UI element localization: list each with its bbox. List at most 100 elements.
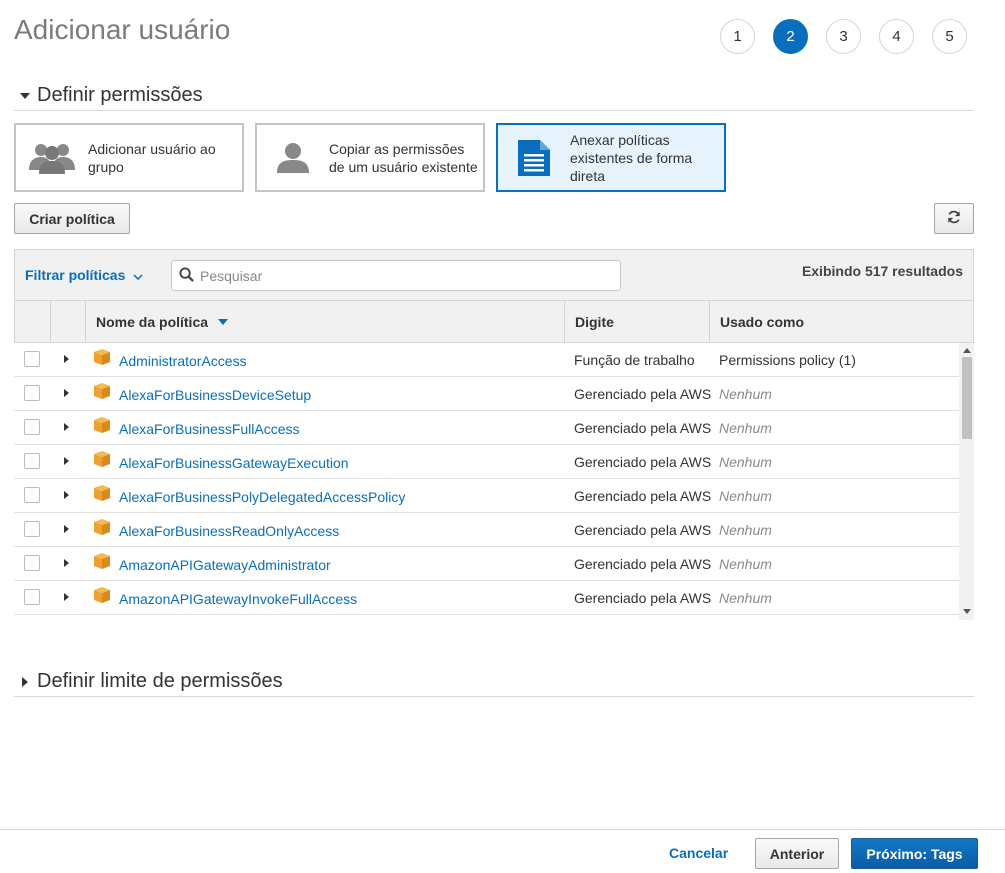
- table-scrollbar[interactable]: [959, 343, 974, 620]
- add-user-page: Adicionar usuário 1 2 3 4 5 Definir perm…: [0, 0, 1005, 873]
- row-checkbox[interactable]: [24, 589, 40, 605]
- refresh-icon: [947, 210, 961, 227]
- select-column-header: [15, 301, 51, 342]
- wizard-steps: 1 2 3 4 5: [720, 19, 967, 54]
- policy-box-icon: [94, 485, 110, 504]
- boundary-section-header[interactable]: Definir limite de permissões: [14, 667, 974, 697]
- policy-name-link[interactable]: AmazonAPIGatewayInvokeFullAccess: [119, 591, 357, 607]
- row-checkbox[interactable]: [24, 487, 40, 503]
- policy-type: Função de trabalho: [574, 352, 695, 368]
- policy-table-header: Nome da política Digite Usado como: [14, 300, 974, 343]
- expand-row-icon[interactable]: [64, 593, 69, 601]
- policy-name-link[interactable]: AlexaForBusinessPolyDelegatedAccessPolic…: [119, 489, 405, 505]
- option-attach-policies-label: Anexar políticas existentes de forma dir…: [570, 131, 693, 184]
- table-row[interactable]: AlexaForBusinessFullAccess Gerenciado pel…: [14, 411, 959, 445]
- policy-used-as: Nenhum: [719, 556, 772, 572]
- expand-row-icon[interactable]: [64, 355, 69, 363]
- row-checkbox[interactable]: [24, 419, 40, 435]
- page-title: Adicionar usuário: [14, 14, 231, 45]
- policy-name-link[interactable]: AlexaForBusinessFullAccess: [119, 421, 300, 437]
- step-1[interactable]: 1: [720, 19, 755, 54]
- policy-used-as: Nenhum: [719, 522, 772, 538]
- policy-box-icon: [94, 587, 110, 606]
- policy-type: Gerenciado pela AWS: [574, 454, 712, 470]
- expand-row-icon[interactable]: [64, 423, 69, 431]
- column-header-used-as[interactable]: Usado como: [710, 301, 973, 342]
- search-input[interactable]: [200, 267, 600, 284]
- permissions-section-header[interactable]: Definir permissões: [14, 81, 974, 111]
- cancel-link[interactable]: Cancelar: [669, 845, 728, 861]
- results-count: Exibindo 517 resultados: [801, 263, 963, 279]
- policy-used-as: Nenhum: [719, 488, 772, 504]
- search-box: [171, 260, 621, 291]
- step-2[interactable]: 2: [773, 19, 808, 54]
- column-header-used-as-label: Usado como: [720, 313, 805, 330]
- column-header-name-label: Nome da política: [96, 313, 209, 330]
- row-checkbox[interactable]: [24, 521, 40, 537]
- previous-button[interactable]: Anterior: [755, 838, 839, 869]
- policy-box-icon: [94, 417, 110, 436]
- policy-type: Gerenciado pela AWS: [574, 522, 712, 538]
- filter-policies-label: Filtrar políticas: [25, 267, 126, 283]
- policy-name-link[interactable]: AlexaForBusinessDeviceSetup: [119, 387, 311, 403]
- expand-row-icon[interactable]: [64, 525, 69, 533]
- policy-used-as: Permissions policy (1): [719, 352, 856, 368]
- search-icon: [179, 266, 194, 285]
- scroll-down-icon[interactable]: [963, 609, 971, 614]
- option-attach-policies[interactable]: Anexar políticas existentes de forma dir…: [496, 123, 726, 192]
- column-header-name[interactable]: Nome da política: [86, 301, 565, 342]
- policy-box-icon: [94, 553, 110, 572]
- table-row[interactable]: AdministratorAccess Função de trabalho Per…: [14, 343, 959, 377]
- policy-name-link[interactable]: AmazonAPIGatewayAdministrator: [119, 557, 331, 573]
- row-checkbox[interactable]: [24, 351, 40, 367]
- scroll-up-icon[interactable]: [963, 348, 971, 353]
- expand-row-icon[interactable]: [64, 389, 69, 397]
- permission-options: Adicionar usuário ao grupo Copiar as per…: [14, 123, 726, 192]
- step-3[interactable]: 3: [826, 19, 861, 54]
- policy-name-link[interactable]: AdministratorAccess: [119, 353, 247, 369]
- option-add-to-group-label: Adicionar usuário ao grupo: [88, 140, 216, 175]
- expand-row-icon[interactable]: [64, 559, 69, 567]
- row-checkbox[interactable]: [24, 555, 40, 571]
- row-checkbox[interactable]: [24, 453, 40, 469]
- policy-table-toolbar: Filtrar políticas Exibindo 517 resultado…: [14, 249, 974, 301]
- filter-policies-dropdown[interactable]: Filtrar políticas: [25, 267, 143, 283]
- option-copy-permissions-label: Copiar as permissões de um usuário exist…: [329, 140, 478, 175]
- policy-name-link[interactable]: AlexaForBusinessReadOnlyAccess: [119, 523, 339, 539]
- scroll-thumb[interactable]: [962, 357, 972, 439]
- table-row[interactable]: AlexaForBusinessGatewayExecution Gerencia…: [14, 445, 959, 479]
- policy-type: Gerenciado pela AWS: [574, 386, 712, 402]
- expand-row-icon[interactable]: [64, 457, 69, 465]
- row-checkbox[interactable]: [24, 385, 40, 401]
- table-row[interactable]: AlexaForBusinessReadOnlyAccess Gerenciado…: [14, 513, 959, 547]
- caret-right-icon: [14, 676, 36, 687]
- table-row[interactable]: AlexaForBusinessDeviceSetup Gerenciado pe…: [14, 377, 959, 411]
- chevron-down-icon: [133, 267, 143, 283]
- policy-used-as: Nenhum: [719, 590, 772, 606]
- sort-descending-icon: [218, 318, 229, 325]
- table-row[interactable]: AmazonAPIGatewayInvokeFullAccess Gerencia…: [14, 581, 959, 615]
- table-row[interactable]: AmazonAPIGatewayAdministrator Gerenciado …: [14, 547, 959, 581]
- boundary-section-title: Definir limite de permissões: [37, 670, 283, 692]
- group-icon: [28, 138, 76, 178]
- policy-used-as: Nenhum: [719, 454, 772, 470]
- option-add-to-group[interactable]: Adicionar usuário ao grupo: [14, 123, 244, 192]
- policy-box-icon: [94, 519, 110, 538]
- next-button[interactable]: Próximo: Tags: [851, 838, 978, 869]
- caret-down-icon: [14, 92, 36, 99]
- table-row[interactable]: AlexaForBusinessPolyDelegatedAccessPolic…: [14, 479, 959, 513]
- policy-type: Gerenciado pela AWS: [574, 488, 712, 504]
- policy-name-link[interactable]: AlexaForBusinessGatewayExecution: [119, 455, 349, 471]
- policy-box-icon: [94, 349, 110, 368]
- option-copy-permissions[interactable]: Copiar as permissões de um usuário exist…: [255, 123, 485, 192]
- policy-used-as: Nenhum: [719, 420, 772, 436]
- step-4[interactable]: 4: [879, 19, 914, 54]
- step-5[interactable]: 5: [932, 19, 967, 54]
- create-policy-button[interactable]: Criar política: [14, 203, 130, 234]
- expand-row-icon[interactable]: [64, 491, 69, 499]
- refresh-button[interactable]: [934, 203, 974, 234]
- wizard-footer: Cancelar Anterior Próximo: Tags: [0, 829, 1005, 873]
- policy-table-body: AdministratorAccess Função de trabalho Per…: [14, 343, 959, 620]
- column-header-type[interactable]: Digite: [565, 301, 710, 342]
- policy-used-as: Nenhum: [719, 386, 772, 402]
